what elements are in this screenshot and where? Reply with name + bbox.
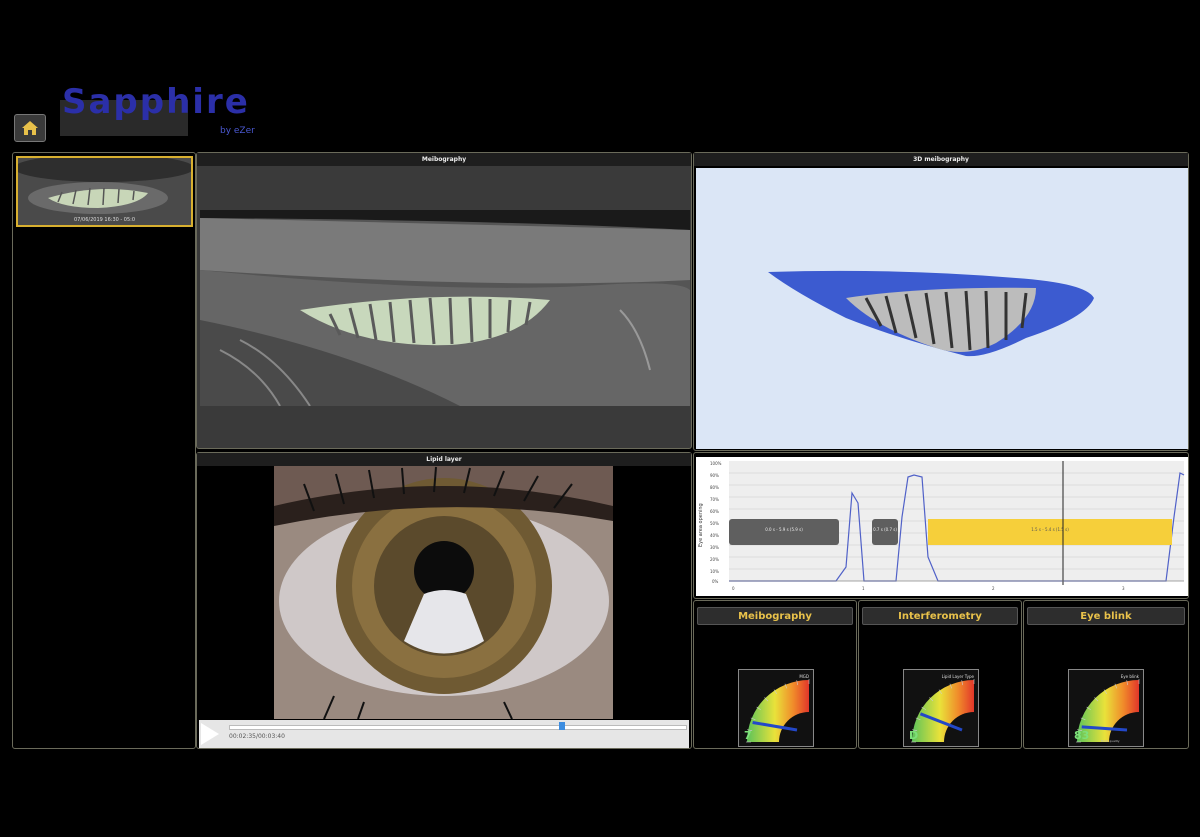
gauge-title-interferometry[interactable]: Interferometry <box>862 607 1018 625</box>
y-tick: 100% <box>710 461 722 466</box>
blink-bar-1 <box>729 519 839 545</box>
gauge-value: D <box>909 729 919 742</box>
y-tick: 0% <box>712 579 719 584</box>
exam-thumbnail[interactable]: 07/06/2019 16:30 - 05:0 <box>16 156 193 227</box>
video-player-bar: 00:02:35/00:03:40 <box>199 720 689 748</box>
gauge-value: 7 <box>744 729 752 742</box>
y-tick: 60% <box>710 509 719 514</box>
app-logo: Sapphire by eZer <box>48 82 288 144</box>
gauge-panel-interferometry: Interferometry Lipid Layer Type D <box>858 600 1022 749</box>
gauge-meibography: MGD 7 <box>738 669 814 747</box>
blink-bar-2 <box>872 519 898 545</box>
blink-bar-2-label: 0.7 s (0.7 s) <box>873 527 897 532</box>
blink-chart-ylabel: Eye area opening <box>698 503 704 547</box>
y-tick: 70% <box>710 497 719 502</box>
x-tick: 1 <box>862 586 865 591</box>
blink-x-ticks: 0 1 2 3 <box>732 586 1125 591</box>
blink-bar-3-label: 1.5 s - 5.4 s (1.5 s) <box>1031 527 1069 532</box>
gauge-eye-blink: Eye blink 83 Blink quality <box>1068 669 1144 747</box>
y-tick: 10% <box>710 569 719 574</box>
y-tick: 80% <box>710 485 719 490</box>
gauge-panel-eye-blink: Eye blink Eye blink 83 Blink quality <box>1023 600 1189 749</box>
blink-bar-3 <box>928 519 1172 545</box>
home-button[interactable] <box>14 114 46 142</box>
meibography-image <box>200 210 690 406</box>
gauge-value: 83 <box>1074 729 1090 742</box>
y-tick: 20% <box>710 557 719 562</box>
gauge-label: Lipid Layer Type <box>941 674 974 679</box>
blink-y-ticks: 100% 90% 80% 70% 60% 50% 40% 30% 20% 10%… <box>710 461 722 584</box>
gauge-panel-meibography: Meibography MGD 7 <box>693 600 857 749</box>
lipid-layer-title: Lipid layer <box>197 453 691 466</box>
y-tick: 90% <box>710 473 719 478</box>
gauge-title-eye-blink[interactable]: Eye blink <box>1027 607 1185 625</box>
gauge-label: Eye blink <box>1120 674 1139 679</box>
gauge-interferometry: Lipid Layer Type D <box>903 669 979 747</box>
3d-meibography-view[interactable] <box>696 168 1188 449</box>
y-tick: 50% <box>710 521 719 526</box>
home-icon <box>22 121 38 135</box>
video-timecode: 00:02:35/00:03:40 <box>229 733 285 740</box>
blink-chart[interactable]: Eye area opening 100% 90% 80% 70% 60% 50… <box>696 457 1188 596</box>
play-icon[interactable] <box>201 723 219 745</box>
gauge-label: MGD <box>799 674 809 679</box>
logo-subtitle: by eZer <box>220 126 255 136</box>
thumbnail-panel <box>12 152 196 749</box>
lipid-layer-image <box>274 466 613 719</box>
logo-text: Sapphire <box>62 82 250 122</box>
3d-meibography-title: 3D meibography <box>694 153 1188 166</box>
thumbnail-caption: 07/06/2019 16:30 - 05:0 <box>73 217 136 223</box>
x-tick: 2 <box>992 586 995 591</box>
video-seek-bar[interactable] <box>229 725 687 730</box>
y-tick: 40% <box>710 533 719 538</box>
x-tick: 0 <box>732 586 735 591</box>
y-tick: 30% <box>710 545 719 550</box>
meibography-title: Meibography <box>197 153 691 166</box>
blink-bar-1-label: 0.0 s - 5.9 s (5.9 s) <box>765 527 803 532</box>
x-tick: 3 <box>1122 586 1125 591</box>
gauge-title-meibography[interactable]: Meibography <box>697 607 853 625</box>
thumbnail-image <box>18 158 191 225</box>
gauge-unit: Blink quality <box>1101 739 1120 743</box>
video-seek-handle[interactable] <box>558 722 565 730</box>
